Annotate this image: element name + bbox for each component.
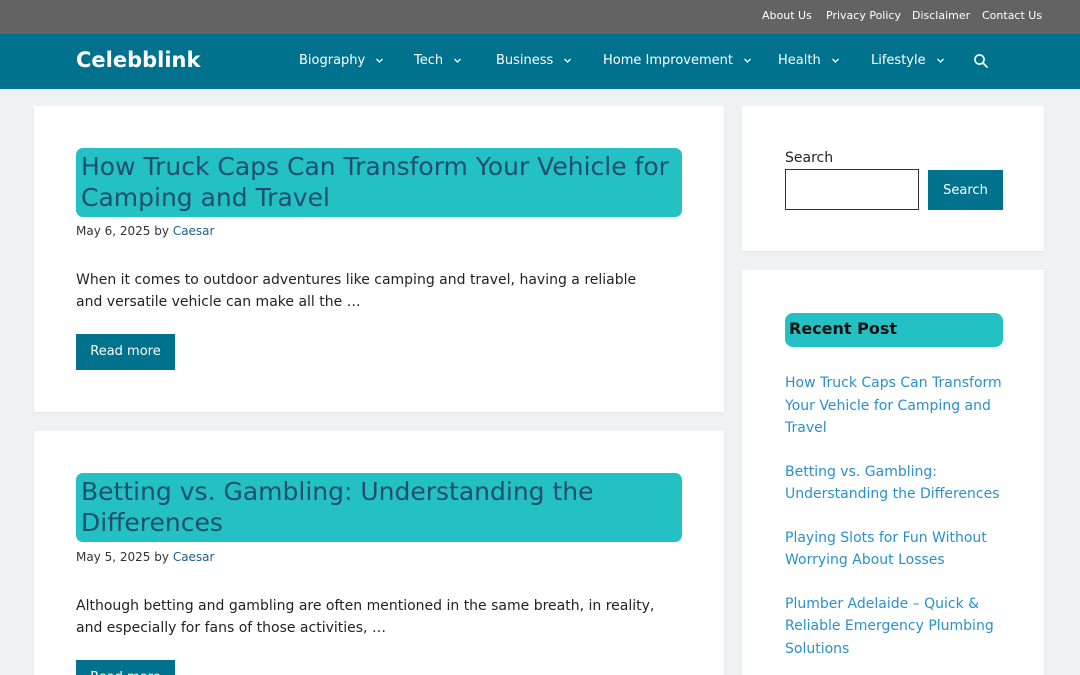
post-excerpt: When it comes to outdoor adventures like…	[76, 272, 637, 310]
recent-posts-title: Recent Post	[785, 313, 1003, 347]
read-more-button[interactable]: Read more	[76, 334, 175, 370]
recent-posts-list: How Truck Caps Can Transform Your Vehicl…	[785, 372, 1005, 675]
nav-item-home-improvement[interactable]: Home Improvement	[603, 53, 753, 68]
chevron-down-icon	[830, 55, 841, 66]
nav-item-label: Tech	[414, 53, 444, 68]
post-by: by	[154, 550, 169, 564]
top-link-contact-us[interactable]: Contact Us	[982, 9, 1042, 22]
chevron-down-icon	[452, 55, 463, 66]
recent-post-link[interactable]: Betting vs. Gambling: Understanding the …	[785, 464, 1000, 503]
chevron-down-icon	[374, 55, 385, 66]
read-more-button[interactable]: Read more	[76, 660, 175, 675]
chevron-down-icon	[935, 55, 946, 66]
post-date: May 6, 2025	[76, 224, 151, 238]
post-date: May 5, 2025	[76, 550, 151, 564]
search-button[interactable]: Search	[928, 170, 1003, 210]
post-meta: May 5, 2025 by Caesar	[76, 550, 214, 564]
recent-posts-widget: Recent Post How Truck Caps Can Transform…	[742, 270, 1044, 675]
list-item: Betting vs. Gambling: Understanding the …	[785, 461, 1005, 506]
nav-item-label: Health	[778, 53, 821, 68]
nav-item-biography[interactable]: Biography	[299, 53, 385, 68]
nav-item-lifestyle[interactable]: Lifestyle	[871, 53, 946, 68]
post-title-link[interactable]: Betting vs. Gambling: Understanding the …	[81, 477, 594, 537]
post-by: by	[154, 224, 169, 238]
chevron-down-icon	[742, 55, 753, 66]
nav-item-tech[interactable]: Tech	[414, 53, 463, 68]
recent-post-link[interactable]: How Truck Caps Can Transform Your Vehicl…	[785, 375, 1002, 436]
top-bar: About Us Privacy Policy Disclaimer Conta…	[0, 0, 1080, 34]
site-header: Celebblink Biography Tech Business Home …	[0, 34, 1080, 89]
post-meta: May 6, 2025 by Caesar	[76, 224, 214, 238]
nav-item-label: Biography	[299, 53, 366, 68]
post-author-link[interactable]: Caesar	[173, 224, 215, 238]
nav-item-business[interactable]: Business	[496, 53, 573, 68]
list-item: Playing Slots for Fun Without Worrying A…	[785, 527, 1005, 572]
chevron-down-icon	[562, 55, 573, 66]
list-item: How Truck Caps Can Transform Your Vehicl…	[785, 372, 1005, 440]
post-title: Betting vs. Gambling: Understanding the …	[76, 473, 682, 542]
nav-item-health[interactable]: Health	[778, 53, 841, 68]
top-link-about-us[interactable]: About Us	[762, 9, 812, 22]
list-item: Plumber Adelaide – Quick & Reliable Emer…	[785, 593, 1005, 661]
nav-item-label: Business	[496, 53, 554, 68]
nav-item-label: Home Improvement	[603, 53, 733, 68]
recent-post-link[interactable]: Plumber Adelaide – Quick & Reliable Emer…	[785, 596, 994, 657]
nav-item-label: Lifestyle	[871, 53, 926, 68]
site-logo[interactable]: Celebblink	[76, 48, 200, 72]
top-link-disclaimer[interactable]: Disclaimer	[912, 9, 970, 22]
recent-post-link[interactable]: Playing Slots for Fun Without Worrying A…	[785, 530, 987, 569]
post-card: How Truck Caps Can Transform Your Vehicl…	[34, 106, 724, 412]
search-widget: Search Search	[742, 106, 1044, 251]
post-card: Betting vs. Gambling: Understanding the …	[34, 431, 724, 675]
top-link-privacy-policy[interactable]: Privacy Policy	[826, 9, 901, 22]
post-title-link[interactable]: How Truck Caps Can Transform Your Vehicl…	[81, 152, 669, 212]
search-icon[interactable]	[973, 53, 989, 69]
post-excerpt: Although betting and gambling are often …	[76, 598, 655, 636]
search-label: Search	[785, 150, 834, 166]
post-title: How Truck Caps Can Transform Your Vehicl…	[76, 148, 682, 217]
search-input[interactable]	[785, 169, 919, 210]
post-author-link[interactable]: Caesar	[173, 550, 215, 564]
